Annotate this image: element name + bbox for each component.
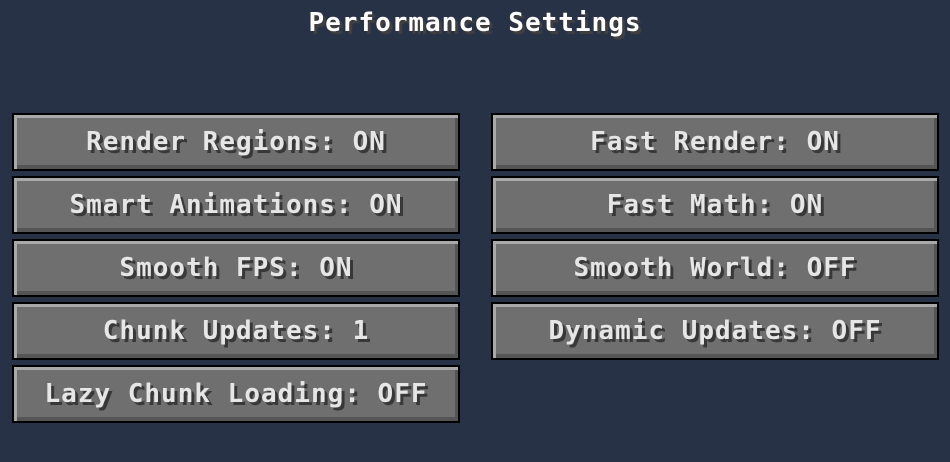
- smart-animations-label: Smart Animations: ON: [69, 190, 403, 220]
- smooth-fps-button[interactable]: Smooth FPS: ON: [12, 239, 460, 297]
- chunk-updates-label: Chunk Updates: 1: [102, 316, 370, 346]
- fast-math-label: Fast Math: ON: [606, 190, 824, 220]
- smooth-world-label: Smooth World: OFF: [573, 253, 857, 283]
- smooth-world-button[interactable]: Smooth World: OFF: [491, 239, 939, 297]
- smooth-fps-label: Smooth FPS: ON: [119, 253, 353, 283]
- smart-animations-button[interactable]: Smart Animations: ON: [12, 176, 460, 234]
- lazy-chunk-loading-button[interactable]: Lazy Chunk Loading: OFF: [12, 365, 460, 423]
- chunk-updates-button[interactable]: Chunk Updates: 1: [12, 302, 460, 360]
- fast-render-button[interactable]: Fast Render: ON: [491, 113, 939, 171]
- dynamic-updates-button[interactable]: Dynamic Updates: OFF: [491, 302, 939, 360]
- fast-math-button[interactable]: Fast Math: ON: [491, 176, 939, 234]
- render-regions-label: Render Regions: ON: [86, 127, 386, 157]
- render-regions-button[interactable]: Render Regions: ON: [12, 113, 460, 171]
- screen-title: Performance Settings: [308, 8, 642, 38]
- fast-render-label: Fast Render: ON: [590, 127, 840, 157]
- lazy-chunk-loading-label: Lazy Chunk Loading: OFF: [44, 379, 428, 409]
- dynamic-updates-label: Dynamic Updates: OFF: [548, 316, 882, 346]
